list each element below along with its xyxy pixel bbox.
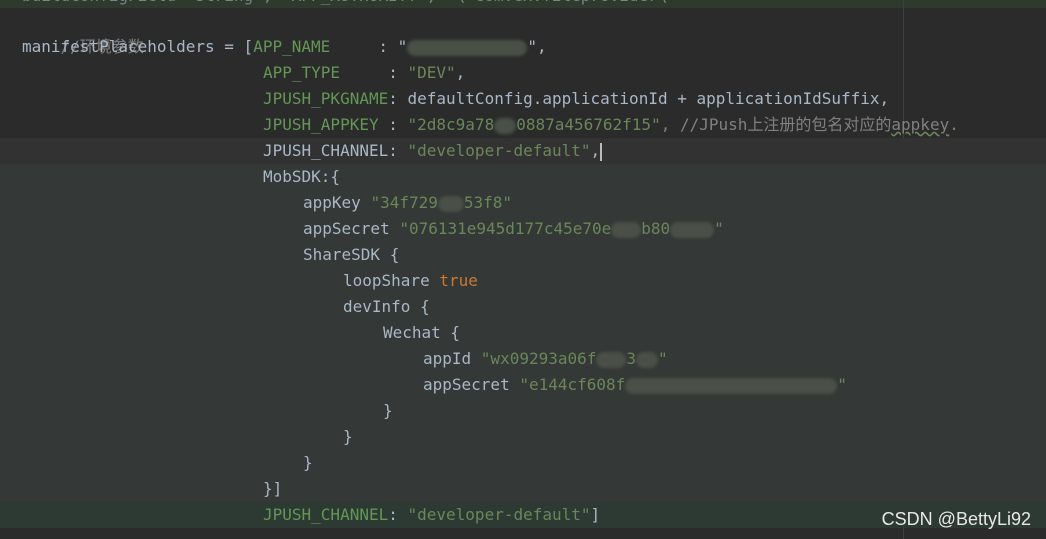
jpush-pkgname-value: : defaultConfig.applicationId + applicat… xyxy=(388,89,890,108)
jpush-channel-comma: , xyxy=(590,141,601,160)
appkey-value-start: "34f729 xyxy=(370,193,438,212)
app-name-end: ", xyxy=(527,37,547,56)
sharesdk-text: ShareSDK { xyxy=(303,245,400,264)
jpush-appkey-sep: : xyxy=(378,115,408,134)
jpush-channel-value: "developer-default" xyxy=(407,505,591,524)
redacted-value xyxy=(611,221,642,238)
code-line-appsecret[interactable]: appSecret "076131e945d177c45e70e b80 " xyxy=(0,216,1046,242)
redacted-value xyxy=(625,377,838,394)
code-line-devinfo[interactable]: devInfo { xyxy=(0,294,1046,320)
appkey-key: appKey xyxy=(303,193,371,212)
app-type-key: APP_TYPE xyxy=(263,63,341,82)
wechat-appsecret-value-start: "e144cf608f xyxy=(519,375,626,394)
mobsdk-text: MobSDK:{ xyxy=(263,167,341,186)
code-line-close-devinfo[interactable]: } xyxy=(0,424,1046,450)
redacted-value xyxy=(636,351,659,368)
jpush-channel-value: "developer-default" xyxy=(407,141,591,160)
code-line-close-sharesdk[interactable]: } xyxy=(0,450,1046,476)
wechat-appsecret-value-end: " xyxy=(837,375,847,394)
code-line-appid[interactable]: appId "wx09293a06f 3 " xyxy=(0,346,1046,372)
redacted-value xyxy=(407,39,528,56)
code-line-close-placeholders[interactable]: }] xyxy=(0,476,1046,502)
jpush-pkgname-key: JPUSH_PKGNAME xyxy=(263,89,389,108)
code-line-comment[interactable]: //环境参数 xyxy=(0,8,1046,56)
app-type-sep: : xyxy=(340,63,408,82)
jpush-appkey-comment-end: . xyxy=(949,115,959,134)
wechat-appsecret-key: appSecret xyxy=(423,375,520,394)
closing-bracket: ] xyxy=(590,505,601,524)
app-name-sep: : " xyxy=(330,37,408,56)
redacted-value xyxy=(437,195,464,212)
text-caret xyxy=(600,142,603,161)
jpush-channel-sep: : xyxy=(388,505,408,524)
previous-line-text: buildConfigField "String", "APP_AUTHORIT… xyxy=(22,0,687,8)
jpush-channel-sep: : xyxy=(388,141,408,160)
manifest-placeholders-text: manifestPlaceholders = [ xyxy=(22,37,254,56)
code-line-jpush-channel-current[interactable]: JPUSH_CHANNEL: "developer-default", xyxy=(0,138,1046,164)
loopshare-key: loopShare xyxy=(343,271,440,290)
wechat-text: Wechat { xyxy=(383,323,461,342)
code-line-manifest-placeholders[interactable]: manifestPlaceholders = [APP_NAME : " ", xyxy=(0,34,1046,60)
devinfo-text: devInfo { xyxy=(343,297,430,316)
appid-value-mid: 3 xyxy=(626,349,637,368)
close-brace: } xyxy=(343,427,353,446)
appsecret-key: appSecret xyxy=(303,219,400,238)
watermark: CSDN @BettyLi92 xyxy=(881,509,1031,529)
code-line-jpush-appkey[interactable]: JPUSH_APPKEY : "2d8c9a78 0887a456762f15",… xyxy=(0,112,1046,138)
appid-key: appId xyxy=(423,349,481,368)
close-brace: } xyxy=(383,401,393,420)
app-type-value: "DEV" xyxy=(407,63,456,82)
jpush-appkey-value-start: "2d8c9a78 xyxy=(407,115,495,134)
redacted-value xyxy=(670,221,715,238)
app-name-key: APP_NAME xyxy=(253,37,331,56)
code-line-jpush-pkgname[interactable]: JPUSH_PKGNAME: defaultConfig.application… xyxy=(0,86,1046,112)
appsecret-value-mid: b80 xyxy=(641,219,671,238)
code-line-loopshare[interactable]: loopShare true xyxy=(0,268,1046,294)
code-line-close-wechat[interactable]: } xyxy=(0,398,1046,424)
jpush-channel-key: JPUSH_CHANNEL xyxy=(263,141,389,160)
redacted-value xyxy=(596,351,627,368)
jpush-appkey-key: JPUSH_APPKEY xyxy=(263,115,379,134)
jpush-appkey-comment-word: appkey xyxy=(891,115,950,134)
appid-value-start: "wx09293a06f xyxy=(480,349,597,368)
loopshare-value: true xyxy=(439,271,478,290)
code-line-sharesdk[interactable]: ShareSDK { xyxy=(0,242,1046,268)
appkey-value-end: 53f8" xyxy=(463,193,513,212)
code-editor[interactable]: buildConfigField "String", "APP_AUTHORIT… xyxy=(0,0,1046,539)
appsecret-value-start: "076131e945d177c45e70e xyxy=(399,219,612,238)
jpush-channel-key: JPUSH_CHANNEL xyxy=(263,505,389,524)
close-bracket: }] xyxy=(263,479,283,498)
code-line-wechat[interactable]: Wechat { xyxy=(0,320,1046,346)
code-line-appkey[interactable]: appKey "34f729 53f8" xyxy=(0,190,1046,216)
jpush-appkey-value-end: 0887a456762f15" xyxy=(516,115,661,134)
code-line-app-type[interactable]: APP_TYPE : "DEV", xyxy=(0,60,1046,86)
code-line-wechat-appsecret[interactable]: appSecret "e144cf608f " xyxy=(0,372,1046,398)
appid-value-end: " xyxy=(658,349,668,368)
close-brace: } xyxy=(303,453,313,472)
appsecret-value-end: " xyxy=(714,219,724,238)
previous-line-partial: buildConfigField "String", "APP_AUTHORIT… xyxy=(0,0,1046,8)
code-line-mobsdk[interactable]: MobSDK:{ xyxy=(0,164,1046,190)
jpush-appkey-comment: , //JPush上注册的包名对应的 xyxy=(660,115,892,134)
app-type-comma: , xyxy=(455,63,466,82)
redacted-value xyxy=(494,117,517,134)
